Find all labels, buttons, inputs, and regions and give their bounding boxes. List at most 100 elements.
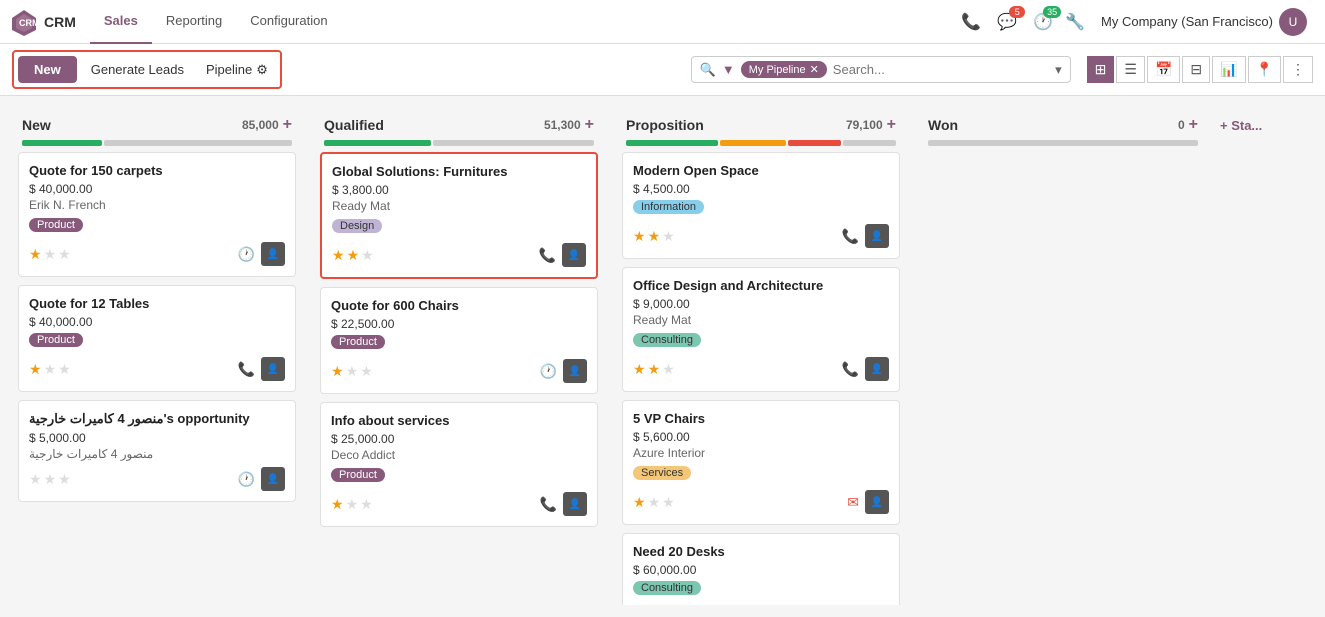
card-tag[interactable]: Product (29, 218, 83, 232)
card-title: Global Solutions: Furnitures (332, 164, 586, 179)
nav-phone-icon[interactable]: 📞 (957, 8, 985, 36)
star-3[interactable]: ★ (360, 363, 373, 380)
star-1[interactable]: ★ (633, 494, 646, 511)
card-title: Office Design and Architecture (633, 278, 889, 293)
card-footer: ★★★ ✉ 👤 (633, 490, 889, 514)
star-1[interactable]: ★ (331, 496, 344, 513)
star-3[interactable]: ★ (361, 247, 374, 264)
star-2[interactable]: ★ (648, 494, 661, 511)
star-1[interactable]: ★ (29, 361, 42, 378)
kanban-card[interactable]: Quote for 150 carpets $ 40,000.00 Erik N… (18, 152, 296, 277)
star-3[interactable]: ★ (58, 246, 71, 263)
crm-logo-icon: CRM (10, 8, 38, 36)
card-tag[interactable]: Product (331, 468, 385, 482)
star-3[interactable]: ★ (58, 471, 71, 488)
star-2[interactable]: ★ (44, 246, 57, 263)
col-add-proposition[interactable]: + (887, 116, 896, 134)
star-1[interactable]: ★ (633, 361, 646, 378)
card-avatar: 👤 (562, 243, 586, 267)
star-1[interactable]: ★ (331, 363, 344, 380)
star-1[interactable]: ★ (332, 247, 345, 264)
card-amount: $ 40,000.00 (29, 315, 285, 329)
card-amount: $ 9,000.00 (633, 297, 889, 311)
star-rating: ★★★ (633, 361, 675, 378)
col-amount-qualified: 51,300 (544, 118, 581, 132)
kanban-card[interactable]: Modern Open Space $ 4,500.00 Information… (622, 152, 900, 259)
star-2[interactable]: ★ (648, 228, 661, 245)
progress-segment (324, 140, 431, 146)
star-2[interactable]: ★ (44, 471, 57, 488)
star-2[interactable]: ★ (347, 247, 360, 264)
card-company: Ready Mat (332, 199, 586, 213)
star-2[interactable]: ★ (648, 361, 661, 378)
card-tag[interactable]: Consulting (633, 581, 701, 595)
search-input[interactable] (833, 62, 1049, 77)
card-title: Need 20 Desks (633, 544, 889, 559)
new-button[interactable]: New (18, 56, 77, 83)
pipeline-button[interactable]: Pipeline (198, 58, 276, 82)
col-header-won: Won 0 + (918, 108, 1208, 138)
star-3[interactable]: ★ (360, 496, 373, 513)
graph-view-btn[interactable]: 📊 (1212, 56, 1245, 83)
kanban-card[interactable]: Quote for 600 Chairs $ 22,500.00 Product… (320, 287, 598, 394)
kanban-view-btn[interactable]: ⊞ (1087, 56, 1115, 83)
view-switcher: ⊞ ☰ 📅 ⊟ 📊 📍 ⋮ (1087, 56, 1313, 83)
kanban-card[interactable]: Info about services $ 25,000.00 Deco Add… (320, 402, 598, 527)
card-amount: $ 5,600.00 (633, 430, 889, 444)
star-rating: ★★★ (29, 471, 71, 488)
progress-segment (22, 140, 102, 146)
nav-item-sales[interactable]: Sales (90, 0, 152, 44)
col-add-qualified[interactable]: + (585, 116, 594, 134)
nav-right: 📞 💬 5 🕐 35 🔧 My Company (San Francisco) … (957, 4, 1315, 40)
card-tag[interactable]: Product (29, 333, 83, 347)
col-header-qualified: Qualified 51,300 + (314, 108, 604, 138)
clock-icon: 🕐 (238, 471, 255, 488)
nav-company[interactable]: My Company (San Francisco) U (1093, 4, 1315, 40)
star-3[interactable]: ★ (662, 361, 675, 378)
star-2[interactable]: ★ (346, 363, 359, 380)
card-tag[interactable]: Information (633, 200, 704, 214)
map-view-btn[interactable]: 📍 (1248, 56, 1281, 83)
generate-leads-button[interactable]: Generate Leads (83, 58, 192, 81)
kanban-card[interactable]: Office Design and Architecture $ 9,000.0… (622, 267, 900, 392)
nav-item-reporting[interactable]: Reporting (152, 0, 236, 44)
nav-messages-btn[interactable]: 💬 5 (993, 8, 1021, 36)
star-1[interactable]: ★ (633, 228, 646, 245)
kanban-card[interactable]: Need 20 Desks $ 60,000.00 Consulting ★★★… (622, 533, 900, 605)
col-add-won[interactable]: + (1189, 116, 1198, 134)
phone-icon: 📞 (238, 361, 255, 378)
star-1[interactable]: ★ (29, 471, 42, 488)
kanban-card[interactable]: Global Solutions: Furnitures $ 3,800.00 … (320, 152, 598, 279)
star-3[interactable]: ★ (58, 361, 71, 378)
search-dropdown-icon[interactable] (1055, 62, 1062, 78)
card-footer: ★★★ 📞 👤 (633, 357, 889, 381)
kanban-card[interactable]: 5 VP Chairs $ 5,600.00 Azure Interior Se… (622, 400, 900, 525)
star-3[interactable]: ★ (662, 228, 675, 245)
card-tag[interactable]: Design (332, 219, 382, 233)
kanban-card[interactable]: Quote for 12 Tables $ 40,000.00 Product … (18, 285, 296, 392)
more-view-btn[interactable]: ⋮ (1283, 56, 1313, 83)
nav-activity-btn[interactable]: 🕐 35 (1029, 8, 1057, 36)
card-action-icons: 🕐 👤 (238, 242, 285, 266)
col-header-new: New 85,000 + (12, 108, 302, 138)
star-2[interactable]: ★ (346, 496, 359, 513)
card-tag[interactable]: Services (633, 466, 691, 480)
col-amount-proposition: 79,100 (846, 118, 883, 132)
star-1[interactable]: ★ (29, 246, 42, 263)
calendar-view-btn[interactable]: 📅 (1147, 56, 1180, 83)
col-add-new[interactable]: + (283, 116, 292, 134)
filter-close-icon[interactable]: ✕ (810, 63, 819, 76)
card-tag[interactable]: Consulting (633, 333, 701, 347)
card-title: منصور 4 كاميرات خارجية's opportunity (29, 411, 285, 427)
nav-item-configuration[interactable]: Configuration (236, 0, 341, 44)
search-icon: 🔍 (700, 62, 716, 78)
card-tag[interactable]: Product (331, 335, 385, 349)
card-title: Modern Open Space (633, 163, 889, 178)
add-stage-button[interactable]: + Sta... (1220, 108, 1325, 605)
pivot-view-btn[interactable]: ⊟ (1182, 56, 1210, 83)
gear-icon (256, 62, 268, 78)
list-view-btn[interactable]: ☰ (1116, 56, 1145, 83)
star-3[interactable]: ★ (662, 494, 675, 511)
star-2[interactable]: ★ (44, 361, 57, 378)
kanban-card[interactable]: منصور 4 كاميرات خارجية's opportunity $ 5… (18, 400, 296, 502)
